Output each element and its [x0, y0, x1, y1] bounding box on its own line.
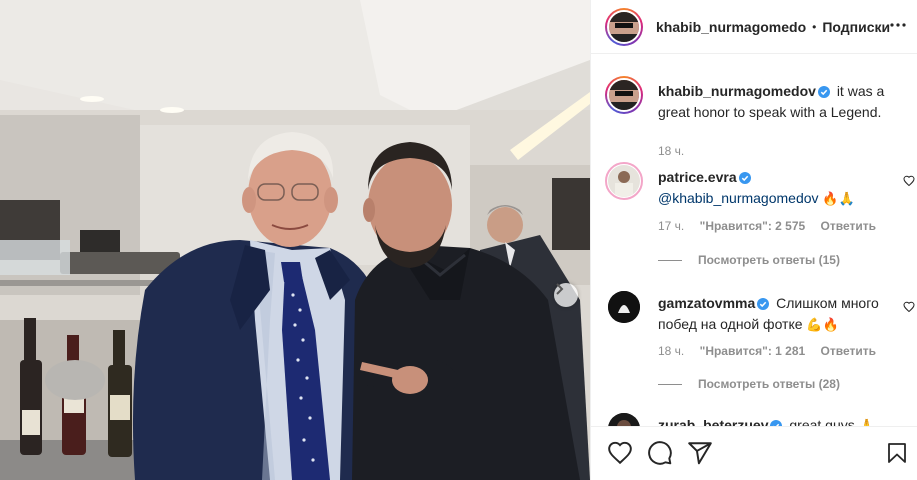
comment-emoji: 💪🔥: [806, 318, 839, 333]
comment-likes[interactable]: "Нравится": 2 575: [700, 219, 806, 233]
mention-link[interactable]: @khabib_nurmagomedov: [658, 190, 819, 206]
commenter-username[interactable]: zurab_beterzuev: [658, 417, 768, 426]
following-button[interactable]: Подписки: [822, 19, 890, 35]
verified-badge-icon: [757, 296, 770, 315]
comment-emoji: 🙏: [859, 419, 875, 426]
commenter-username[interactable]: patrice.evra: [658, 169, 737, 185]
comment-meta: 18 ч. "Нравится": 1 281 Ответить: [658, 344, 888, 358]
next-photo-button[interactable]: [554, 283, 578, 307]
view-replies-label: Посмотреть ответы (15): [698, 253, 840, 267]
view-replies-button[interactable]: Посмотреть ответы (28): [658, 377, 840, 391]
reply-button[interactable]: Ответить: [821, 344, 876, 358]
comment-icon[interactable]: [647, 440, 673, 469]
commenter-avatar[interactable]: [605, 288, 643, 326]
caption-meta: 18 ч.: [658, 144, 696, 158]
comment-text: great guys: [789, 417, 855, 426]
comment-like-icon[interactable]: [903, 174, 915, 190]
heart-icon[interactable]: [607, 440, 633, 469]
comment-body: gamzatovmma Слишком много побед на одной…: [658, 294, 903, 335]
caption-author-avatar[interactable]: [605, 76, 643, 114]
author-username[interactable]: khabib_nurmagomedo: [656, 19, 806, 35]
comment-likes[interactable]: "Нравится": 1 281: [700, 344, 806, 358]
comment-item: patrice.evra @khabib_nurmagomedov 🔥🙏 17 …: [605, 162, 915, 272]
comment-time[interactable]: 17 ч.: [658, 219, 684, 233]
commenter-username[interactable]: gamzatovmma: [658, 295, 755, 311]
view-replies-label: Посмотреть ответы (28): [698, 377, 840, 391]
commenter-avatar[interactable]: [605, 162, 643, 200]
caption-body: khabib_nurmagomedov it was a great honor…: [658, 82, 903, 122]
view-replies-button[interactable]: Посмотреть ответы (15): [658, 253, 840, 267]
verified-badge-icon: [770, 418, 783, 426]
commenter-avatar[interactable]: [605, 410, 643, 426]
author-avatar[interactable]: [605, 7, 643, 46]
post-side-panel: khabib_nurmagomedo • Подписки khabib_nur…: [590, 0, 917, 480]
verified-badge-icon: [817, 84, 830, 103]
more-options-icon[interactable]: [890, 17, 906, 36]
comment-item: zurab_beterzuev great guys 🙏: [605, 410, 905, 426]
caption-username[interactable]: khabib_nurmagomedov: [658, 83, 816, 99]
separator-dot: •: [812, 19, 817, 34]
comment-like-icon[interactable]: [903, 300, 915, 316]
caption-time[interactable]: 18 ч.: [658, 144, 684, 158]
comment-meta: 17 ч. "Нравится": 2 575 Ответить: [658, 219, 888, 233]
share-icon[interactable]: [687, 440, 713, 469]
reply-button[interactable]: Ответить: [821, 219, 876, 233]
post-photo: [0, 0, 590, 480]
comment-item: gamzatovmma Слишком много побед на одной…: [605, 288, 915, 398]
verified-badge-icon: [738, 170, 751, 189]
comments-list: khabib_nurmagomedov it was a great honor…: [591, 62, 917, 426]
replies-divider: [658, 383, 682, 385]
post-header: khabib_nurmagomedo • Подписки: [591, 0, 917, 54]
replies-divider: [658, 259, 682, 261]
caption: khabib_nurmagomedov it was a great honor…: [605, 76, 905, 166]
bookmark-icon[interactable]: [885, 440, 909, 469]
comment-body: patrice.evra @khabib_nurmagomedov 🔥🙏: [658, 168, 903, 209]
post-actions-bar: [591, 426, 917, 480]
comment-body: zurab_beterzuev great guys 🙏: [658, 416, 903, 426]
comment-emoji: 🔥🙏: [822, 192, 855, 207]
photo-illustration: [0, 0, 590, 480]
comment-time[interactable]: 18 ч.: [658, 344, 684, 358]
